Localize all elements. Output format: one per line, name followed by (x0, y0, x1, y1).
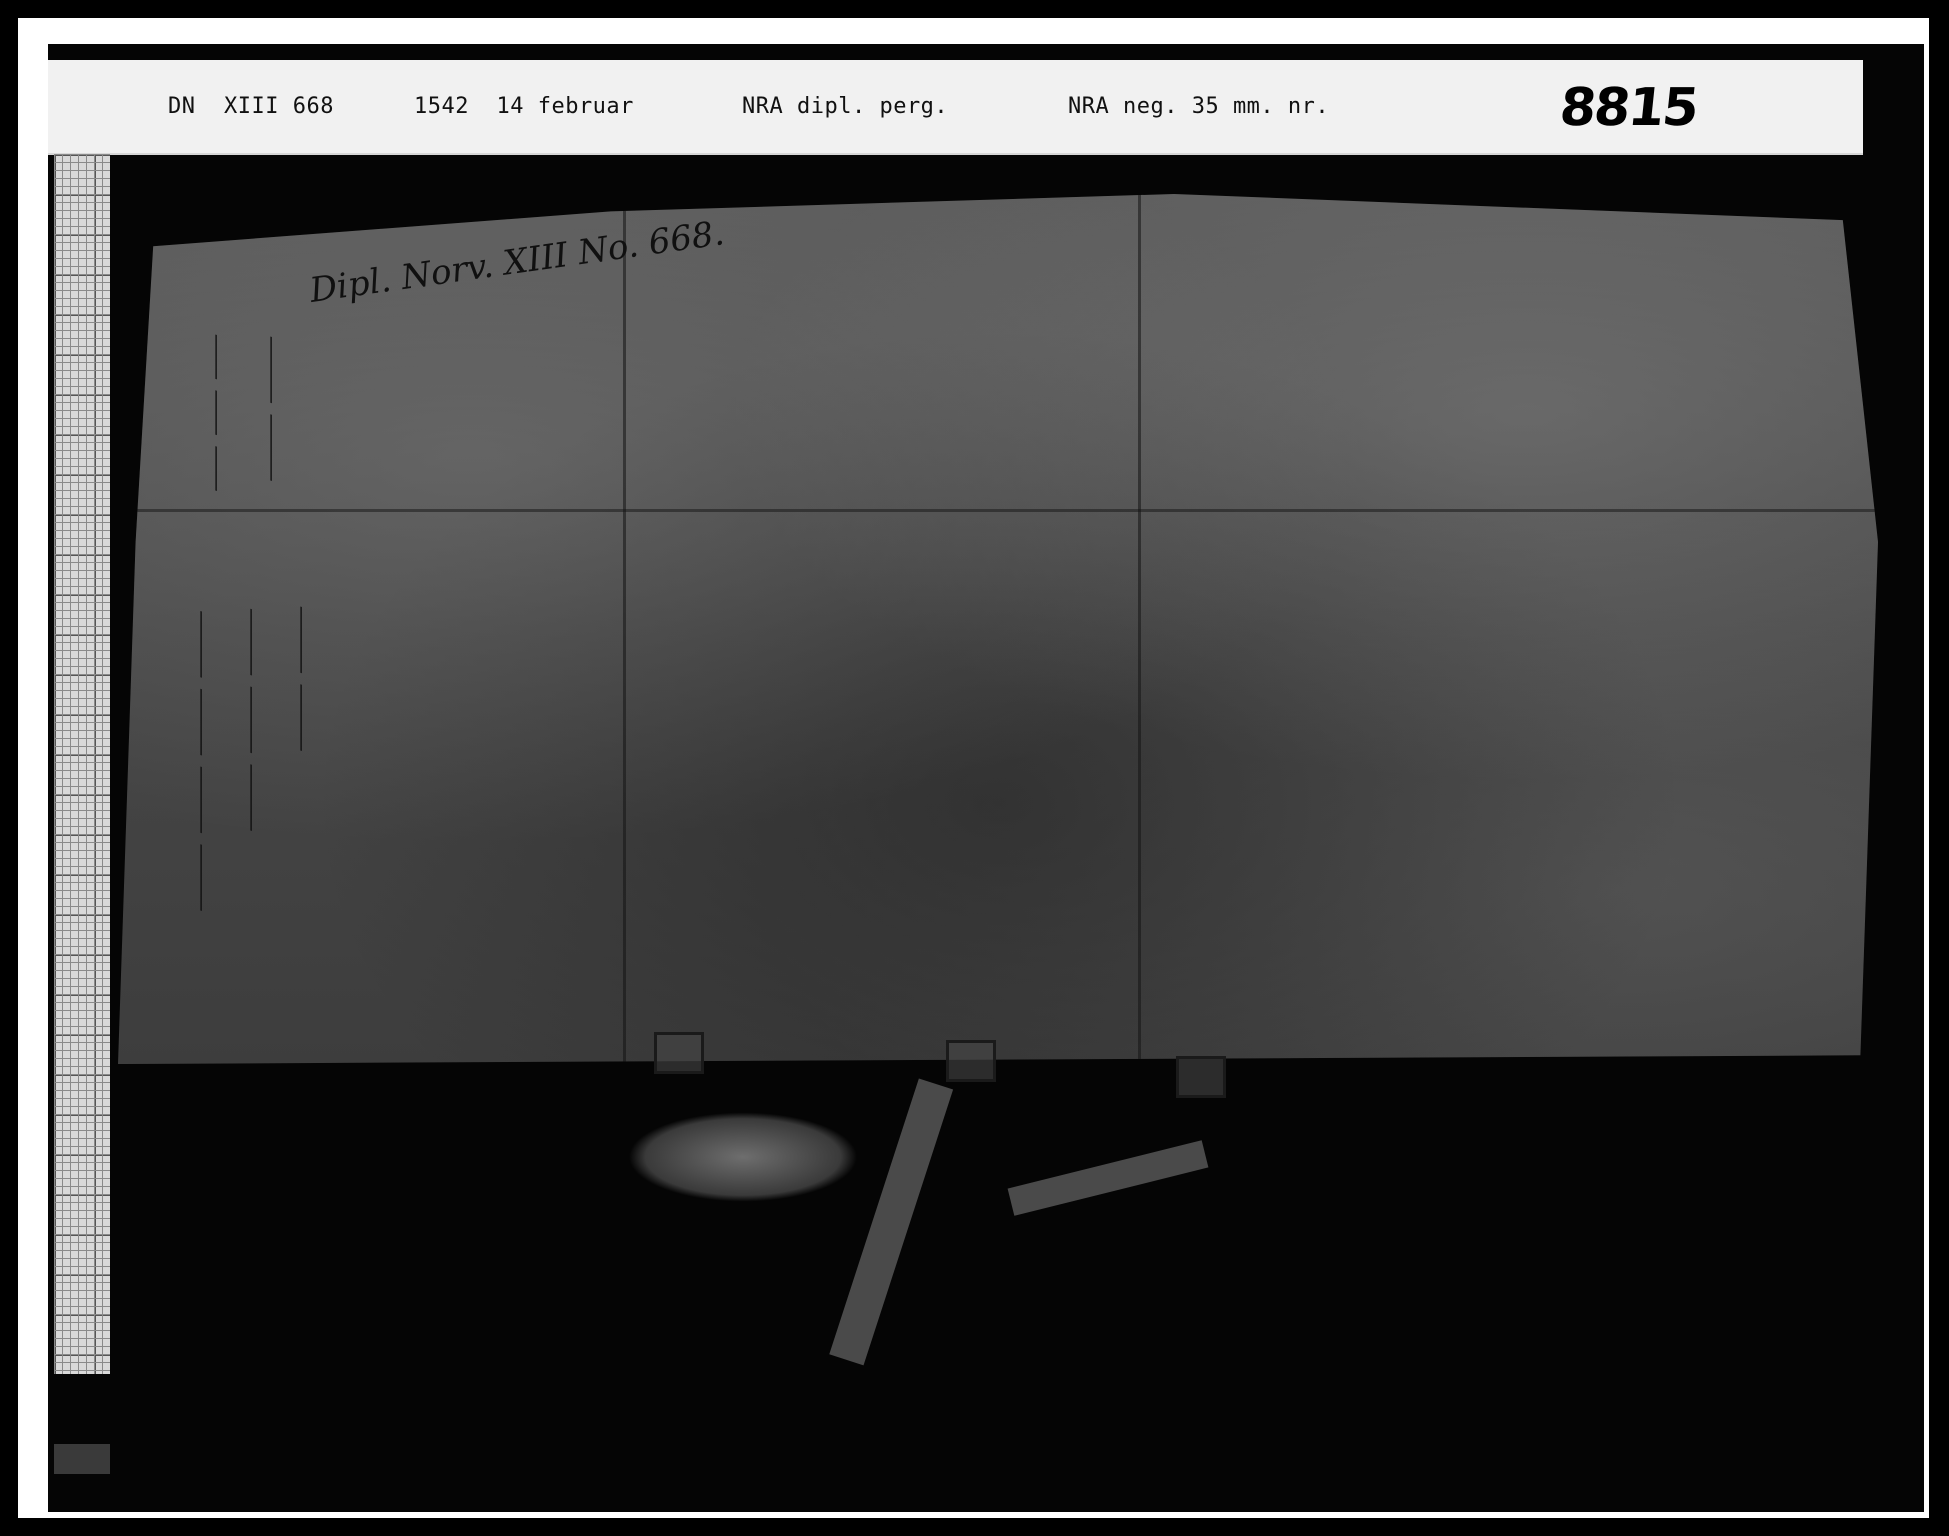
seal-slot (1176, 1056, 1226, 1098)
label-collection: NRA dipl. perg. (742, 94, 949, 119)
archival-photograph: DN XIII 668 1542 14 februar NRA dipl. pe… (48, 44, 1924, 1512)
measurement-scale-base (54, 1444, 110, 1474)
seal-slot (946, 1040, 996, 1082)
fold-line-vertical (623, 194, 626, 1064)
marginal-handwriting: ⸻ ⸻ (283, 607, 316, 754)
measurement-scale (54, 154, 110, 1374)
seal-remnant (628, 1112, 858, 1202)
seal-slot (654, 1032, 704, 1074)
fold-line-vertical (1138, 194, 1141, 1064)
parchment-document: Dipl. Norv. XIII No. 668. ⸺ ⸺ ⸺ ⸻ ⸻ ⸻ ⸻ … (118, 194, 1878, 1064)
label-reference: DN (168, 94, 196, 119)
photo-frame: DN XIII 668 1542 14 februar NRA dipl. pe… (18, 18, 1929, 1518)
marginal-handwriting: ⸻ ⸻ ⸻ ⸻ (183, 611, 216, 914)
marginal-handwriting: ⸻ ⸻ ⸻ (233, 609, 266, 834)
label-volume-number: XIII 668 (224, 94, 334, 119)
label-negative: NRA neg. 35 mm. nr. (1068, 94, 1330, 119)
dorsal-archive-note: Dipl. Norv. XIII No. 668. (307, 213, 727, 311)
catalog-label-strip: DN XIII 668 1542 14 februar NRA dipl. pe… (48, 60, 1863, 155)
marginal-handwriting: ⸻ ⸻ (253, 337, 286, 484)
seal-strap (1007, 1140, 1209, 1216)
fold-line-horizontal (118, 509, 1878, 512)
label-date: 1542 14 februar (414, 94, 634, 119)
label-negative-number: 8815 (1556, 78, 1700, 138)
